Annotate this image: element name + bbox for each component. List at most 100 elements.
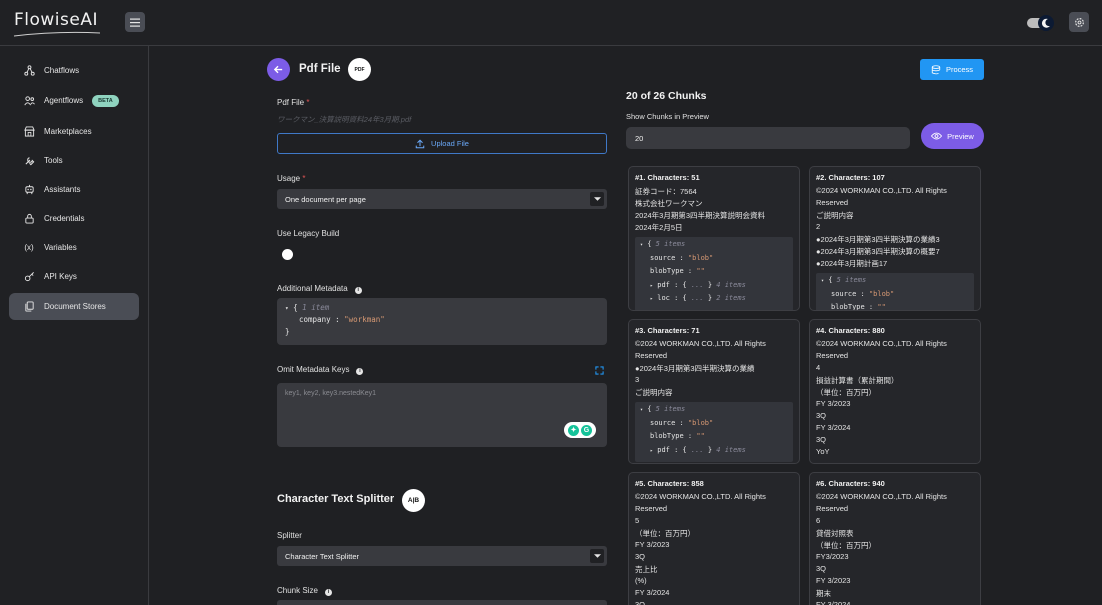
- splitter-select[interactable]: Character Text Splitter: [277, 546, 607, 566]
- upload-icon: [415, 139, 425, 148]
- upload-file-button[interactable]: Upload File: [277, 133, 607, 154]
- top-header: FlowiseAI: [0, 0, 1102, 46]
- expand-icon[interactable]: [595, 366, 604, 375]
- show-chunks-input[interactable]: 20: [626, 127, 910, 149]
- json-row[interactable]: ▸ pdf : { ... } 4 items: [640, 446, 788, 460]
- json-row[interactable]: ▾ { 5 items: [640, 240, 788, 254]
- show-chunks-value: 20: [635, 133, 644, 143]
- chunk-text-line: FY 3/2024: [816, 423, 851, 432]
- info-icon: i: [324, 589, 332, 596]
- json-key: loc: [657, 294, 670, 302]
- sidebar-item-label: Agentflows: [44, 96, 84, 105]
- hierarchy-icon: [23, 65, 35, 77]
- json-row[interactable]: ▸ loc : { ... } 2 items: [640, 294, 788, 308]
- chunk-card[interactable]: #1. Characters: 51 証券コード：7564 株式会社ワークマン 202…: [628, 166, 800, 311]
- chunk-card[interactable]: #5. Characters: 858 ©2024 WORKMAN CO.,LTD…: [628, 472, 800, 605]
- process-button[interactable]: Process: [920, 59, 984, 80]
- usage-label-text: Usage: [277, 174, 301, 183]
- chunk-card[interactable]: #6. Characters: 940 ©2024 WORKMAN CO.,LTD…: [809, 472, 981, 605]
- chunk-text-line: ●2024年3月期第3四半期決算の業績3: [816, 235, 940, 244]
- chunk-text-line: 3Q: [635, 600, 646, 605]
- variable-icon: (x): [24, 243, 34, 252]
- chunk-text-line: 3Q: [635, 552, 646, 561]
- sidebar-item-label: Assistants: [44, 185, 81, 194]
- json-item-count: 5 items: [655, 405, 686, 413]
- chunk-text-line: ●2024年3月期第3四半期決算の概要7: [816, 247, 940, 256]
- sidebar-item-document-stores[interactable]: Document Stores: [9, 293, 139, 320]
- chunk-title: #5. Characters: 858: [635, 479, 704, 488]
- json-row: source : "blob": [650, 418, 714, 427]
- chunk-card[interactable]: #3. Characters: 71 ©2024 WORKMAN CO.,LTD.…: [628, 319, 800, 464]
- chunk-text-line: 3Q: [816, 435, 827, 444]
- chunk-text-line: （単位：百万円）: [635, 529, 695, 538]
- chunk-text-line: 売上比: [635, 565, 658, 574]
- json-key: blobType: [831, 303, 865, 311]
- chunk-text-line: ©2024 WORKMAN CO.,LTD. All Rights: [816, 339, 947, 348]
- chunk-title: #2. Characters: 107: [816, 173, 885, 182]
- chunk-text-line: ●2024年3月期第3四半期決算の業績: [635, 364, 755, 373]
- omit-metadata-input[interactable]: key1, key2, key3.nestedKey1: [277, 383, 607, 447]
- usage-label: Usage *: [277, 174, 306, 183]
- sidebar-item-chatflows[interactable]: Chatflows: [9, 57, 139, 84]
- menu-toggle-button[interactable]: [125, 12, 145, 32]
- chunk-text-line: 損益計算書（累計期間）: [816, 376, 899, 385]
- chunk-card[interactable]: #2. Characters: 107 ©2024 WORKMAN CO.,LTD…: [809, 166, 981, 311]
- back-button[interactable]: [267, 58, 290, 81]
- json-row[interactable]: ▾ { 5 items: [821, 276, 969, 290]
- sidebar-item-credentials[interactable]: Credentials: [9, 205, 139, 232]
- json-key: blobType: [650, 432, 684, 440]
- files-icon: [23, 301, 35, 313]
- chunk-size-label: Chunk Size i: [277, 586, 332, 596]
- additional-metadata-editor[interactable]: ▾ { 1 item company : "workman" }: [277, 298, 607, 345]
- chunk-text-line: Reserved: [816, 198, 849, 207]
- chunk-text-line: 2024年2月5日: [635, 223, 683, 232]
- grammarly-assist-icon: ✦: [568, 424, 579, 436]
- process-label: Process: [945, 65, 974, 74]
- sidebar-item-api-keys[interactable]: API Keys: [9, 263, 139, 290]
- preview-button[interactable]: Preview: [921, 123, 984, 149]
- pdf-file-label: Pdf File *: [277, 98, 310, 107]
- splitter-selected-value: Character Text Splitter: [285, 551, 360, 561]
- chunk-text-line: ©2024 WORKMAN CO.,LTD. All Rights: [635, 339, 766, 348]
- omit-metadata-label-text: Omit Metadata Keys: [277, 365, 350, 374]
- lock-icon: [23, 213, 35, 225]
- json-item-count: 5 items: [655, 240, 686, 248]
- chunk-title: #3. Characters: 71: [635, 326, 700, 335]
- dark-mode-toggle[interactable]: [1027, 15, 1057, 31]
- legacy-build-label: Use Legacy Build: [277, 229, 340, 238]
- chunk-text-line: 3Q: [816, 564, 827, 573]
- chunk-text-line: （単位：百万円）: [816, 388, 876, 397]
- show-chunks-label: Show Chunks in Preview: [626, 112, 709, 121]
- database-import-icon: [931, 64, 941, 74]
- upload-file-label: Upload File: [431, 139, 469, 148]
- chunk-size-label-text: Chunk Size: [277, 586, 318, 595]
- json-key: pdf: [657, 445, 670, 454]
- beta-badge: BETA: [92, 94, 119, 107]
- json-row[interactable]: ▾ { 5 items: [640, 405, 788, 419]
- sidebar-item-marketplaces[interactable]: Marketplaces: [9, 118, 139, 145]
- chunk-text-line: FY3/2023: [816, 552, 849, 561]
- hamburger-icon: [130, 18, 140, 27]
- sidebar-item-variables[interactable]: (x) Variables: [9, 234, 139, 261]
- json-row[interactable]: ▸ pdf : { ... } 4 items: [640, 281, 788, 295]
- legacy-build-switch[interactable]: [282, 249, 293, 260]
- chunk-text-line: Reserved: [816, 504, 849, 513]
- chunk-text-line: ©2024 WORKMAN CO.,LTD. All Rights: [816, 492, 947, 501]
- sidebar-item-agentflows[interactable]: Agentflows BETA: [9, 87, 139, 114]
- settings-button[interactable]: [1069, 12, 1089, 32]
- chunk-size-input[interactable]: [277, 600, 607, 605]
- json-key: source: [650, 253, 676, 262]
- chunk-card[interactable]: #4. Characters: 880 ©2024 WORKMAN CO.,LTD…: [809, 319, 981, 464]
- sidebar-item-label: Variables: [44, 243, 77, 252]
- json-value: "blob": [868, 289, 895, 298]
- usage-select[interactable]: One document per page: [277, 189, 607, 209]
- pdf-file-name: ワークマン_決算説明資料24年3月期.pdf: [277, 115, 412, 124]
- sidebar-item-tools[interactable]: Tools: [9, 147, 139, 174]
- chunk-text-line: 貸借対照表: [816, 529, 854, 538]
- json-row: source : "blob": [650, 253, 714, 262]
- pdf-file-label-text: Pdf File: [277, 98, 305, 107]
- sidebar-item-assistants[interactable]: Assistants: [9, 176, 139, 203]
- chunk-text-line: 4: [816, 363, 821, 372]
- grammarly-widget[interactable]: ✦ G: [564, 422, 596, 438]
- chevron-down-icon: [590, 192, 604, 206]
